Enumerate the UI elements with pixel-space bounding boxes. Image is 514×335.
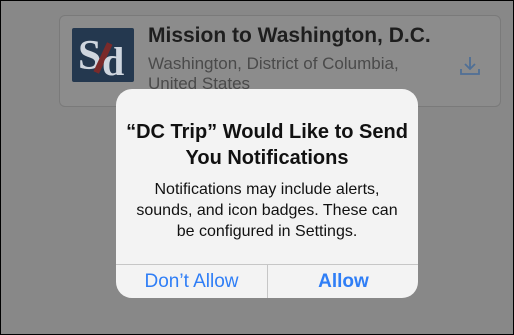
event-title: Mission to Washington, D.C. [148, 24, 431, 47]
event-logo: S d [72, 28, 134, 84]
dont-allow-button[interactable]: Don’t Allow [116, 265, 267, 298]
allow-button[interactable]: Allow [268, 265, 418, 298]
screen-frame: S d Mission to Washington, D.C. Washingt… [0, 0, 514, 335]
alert-title: “DC Trip” Would Like to Send You Notific… [126, 121, 408, 169]
notification-permission-alert: “DC Trip” Would Like to Send You Notific… [116, 89, 418, 298]
download-icon[interactable] [458, 54, 482, 78]
event-location: Washington, District of Columbia, United… [148, 54, 399, 93]
alert-message: Notifications may include alerts, sounds… [136, 181, 398, 240]
